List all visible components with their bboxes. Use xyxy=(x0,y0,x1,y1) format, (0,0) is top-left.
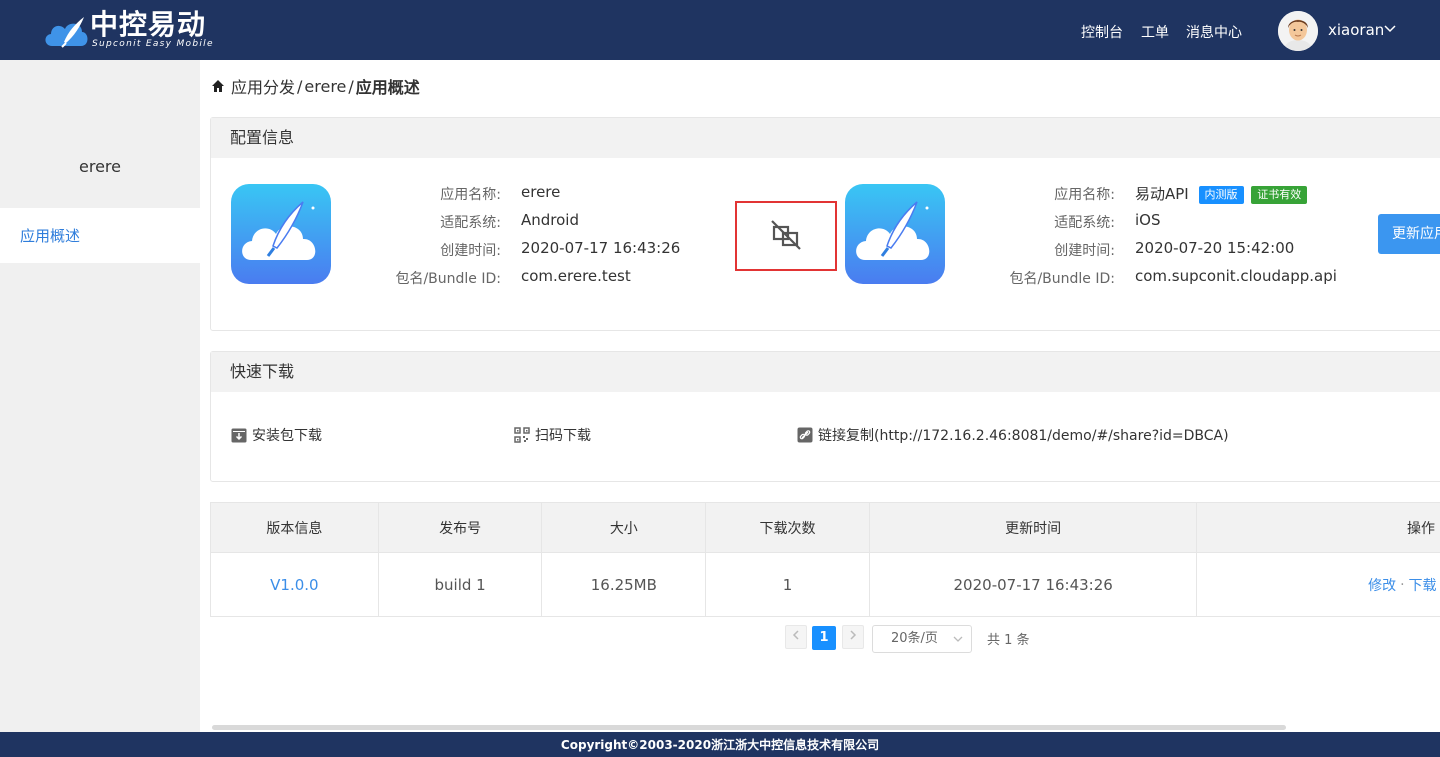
logo[interactable]: 中控易动 Supconit Easy Mobile xyxy=(42,8,222,52)
breadcrumb: 应用分发 / erere / 应用概述 xyxy=(211,74,420,98)
right-os-value: iOS xyxy=(1135,211,1161,229)
unlink-icon xyxy=(771,220,801,250)
right-name-label: 应用名称: xyxy=(1054,187,1115,203)
username[interactable]: xiaoran xyxy=(1328,21,1384,39)
chevron-right-icon xyxy=(850,630,857,640)
logo-subtitle: Supconit Easy Mobile xyxy=(92,39,214,49)
logo-cloud-icon xyxy=(45,17,88,48)
nav-messages[interactable]: 消息中心 xyxy=(1186,22,1242,42)
actions-cell: 修改 · 下载 · xyxy=(1197,553,1440,616)
rocket-cloud-icon xyxy=(231,184,331,284)
qrcode-download-label: 扫码下载 xyxy=(535,428,591,444)
left-created-value: 2020-07-17 16:43:26 xyxy=(521,239,681,257)
left-name-value: erere xyxy=(521,183,561,201)
build-cell: build 1 xyxy=(379,553,543,616)
top-header: 中控易动 Supconit Easy Mobile 控制台 工单 消息中心 xi… xyxy=(0,0,1440,60)
downloads-cell: 1 xyxy=(706,553,870,616)
left-bundle-label: 包名/Bundle ID: xyxy=(395,271,501,287)
breadcrumb-item-distribution[interactable]: 应用分发 xyxy=(231,74,295,98)
android-app-icon xyxy=(231,184,331,284)
footer-copyright: Copyright©2003-2020浙江浙大中控信息技术有限公司 xyxy=(0,732,1440,757)
ios-app-icon xyxy=(845,184,945,284)
page-total: 共 1 条 xyxy=(987,633,1030,648)
cert-valid-tag: 证书有效 xyxy=(1251,186,1308,204)
col-build: 发布号 xyxy=(379,503,543,552)
chevron-down-icon xyxy=(953,636,963,642)
config-panel: 配置信息 应用名称: erere 适配系统: Android 创建时间: 202 xyxy=(210,117,1440,331)
breadcrumb-separator: / xyxy=(297,76,303,96)
copy-link[interactable]: 链接复制(http://172.16.2.46:8081/demo/#/shar… xyxy=(797,425,1229,445)
update-app-button[interactable]: 更新应用 xyxy=(1378,214,1440,254)
col-downloads: 下载次数 xyxy=(706,503,870,552)
left-created-label: 创建时间: xyxy=(440,243,501,259)
right-name-value: 易动API 内测版 证书有效 xyxy=(1135,183,1308,204)
page-size-select[interactable]: 20条/页 xyxy=(872,625,972,653)
right-os-label: 适配系统: xyxy=(1054,215,1115,231)
logo-title: 中控易动 xyxy=(90,8,207,41)
download-action[interactable]: 下载 xyxy=(1409,575,1437,595)
table-row: V1.0.0 build 1 16.25MB 1 2020-07-17 16:4… xyxy=(211,552,1440,616)
right-created-label: 创建时间: xyxy=(1054,243,1115,259)
config-panel-title: 配置信息 xyxy=(211,118,1440,158)
right-created-value: 2020-07-20 15:42:00 xyxy=(1135,239,1295,257)
sidebar-item-overview[interactable]: 应用概述 xyxy=(0,208,200,263)
copy-link-label: 链接复制(http://172.16.2.46:8081/demo/#/shar… xyxy=(818,428,1229,444)
left-os-label: 适配系统: xyxy=(440,215,501,231)
version-cell: V1.0.0 xyxy=(211,553,379,616)
col-size: 大小 xyxy=(542,503,707,552)
page-number-current[interactable]: 1 xyxy=(812,626,836,650)
package-download-label: 安装包下载 xyxy=(252,428,322,444)
avatar[interactable] xyxy=(1278,11,1318,51)
left-bundle-value: com.erere.test xyxy=(521,267,631,285)
right-bundle-value: com.supconit.cloudapp.api xyxy=(1135,267,1337,285)
user-avatar-icon xyxy=(1278,11,1318,51)
updated-cell: 2020-07-17 16:43:26 xyxy=(870,553,1198,616)
sidebar: erere 应用概述 xyxy=(0,60,200,732)
prev-page-button[interactable] xyxy=(785,625,807,649)
link-icon xyxy=(797,427,813,443)
versions-table: 版本信息 发布号 大小 下载次数 更新时间 操作 V1.0.0 build 1 … xyxy=(210,502,1440,617)
left-name-label: 应用名称: xyxy=(440,187,501,203)
qrcode-download-link[interactable]: 扫码下载 xyxy=(514,425,591,445)
sidebar-app-name: erere xyxy=(79,157,121,176)
left-os-value: Android xyxy=(521,211,579,229)
nav-tickets[interactable]: 工单 xyxy=(1141,22,1169,42)
horizontal-scrollbar[interactable] xyxy=(212,725,1286,730)
col-updated: 更新时间 xyxy=(870,503,1198,552)
size-cell: 16.25MB xyxy=(542,553,707,616)
breadcrumb-item-app[interactable]: erere xyxy=(304,77,346,96)
right-bundle-label: 包名/Bundle ID: xyxy=(1009,271,1115,287)
rocket-cloud-icon xyxy=(845,184,945,284)
edit-action[interactable]: 修改 xyxy=(1368,575,1396,595)
chevron-left-icon xyxy=(792,630,799,640)
action-separator: · xyxy=(1400,576,1405,593)
next-page-button[interactable] xyxy=(842,625,864,649)
beta-tag: 内测版 xyxy=(1198,186,1244,204)
package-download-link[interactable]: 安装包下载 xyxy=(231,425,322,445)
breadcrumb-item-current: 应用概述 xyxy=(355,78,420,97)
breadcrumb-separator: / xyxy=(348,76,354,96)
nav-console[interactable]: 控制台 xyxy=(1081,22,1123,42)
table-header: 版本信息 发布号 大小 下载次数 更新时间 操作 xyxy=(211,503,1440,552)
col-version: 版本信息 xyxy=(211,503,379,552)
col-actions: 操作 xyxy=(1407,520,1435,537)
unlink-compare-button[interactable] xyxy=(735,201,837,271)
page-size-value: 20条/页 xyxy=(891,631,938,646)
version-link[interactable]: V1.0.0 xyxy=(270,576,318,594)
quick-download-title: 快速下载 xyxy=(211,352,1440,392)
package-download-icon xyxy=(231,428,247,443)
main-content: 应用分发 / erere / 应用概述 配置信息 应用名称: erere 适配系… xyxy=(200,60,1440,732)
chevron-down-icon[interactable] xyxy=(1384,24,1396,34)
home-icon[interactable] xyxy=(211,79,225,93)
right-app-name: 易动API xyxy=(1135,185,1189,203)
quick-download-panel: 快速下载 安装包下载 扫码下载 链接复制(http://172.16.2.46:… xyxy=(210,351,1440,482)
qrcode-icon xyxy=(514,427,530,443)
